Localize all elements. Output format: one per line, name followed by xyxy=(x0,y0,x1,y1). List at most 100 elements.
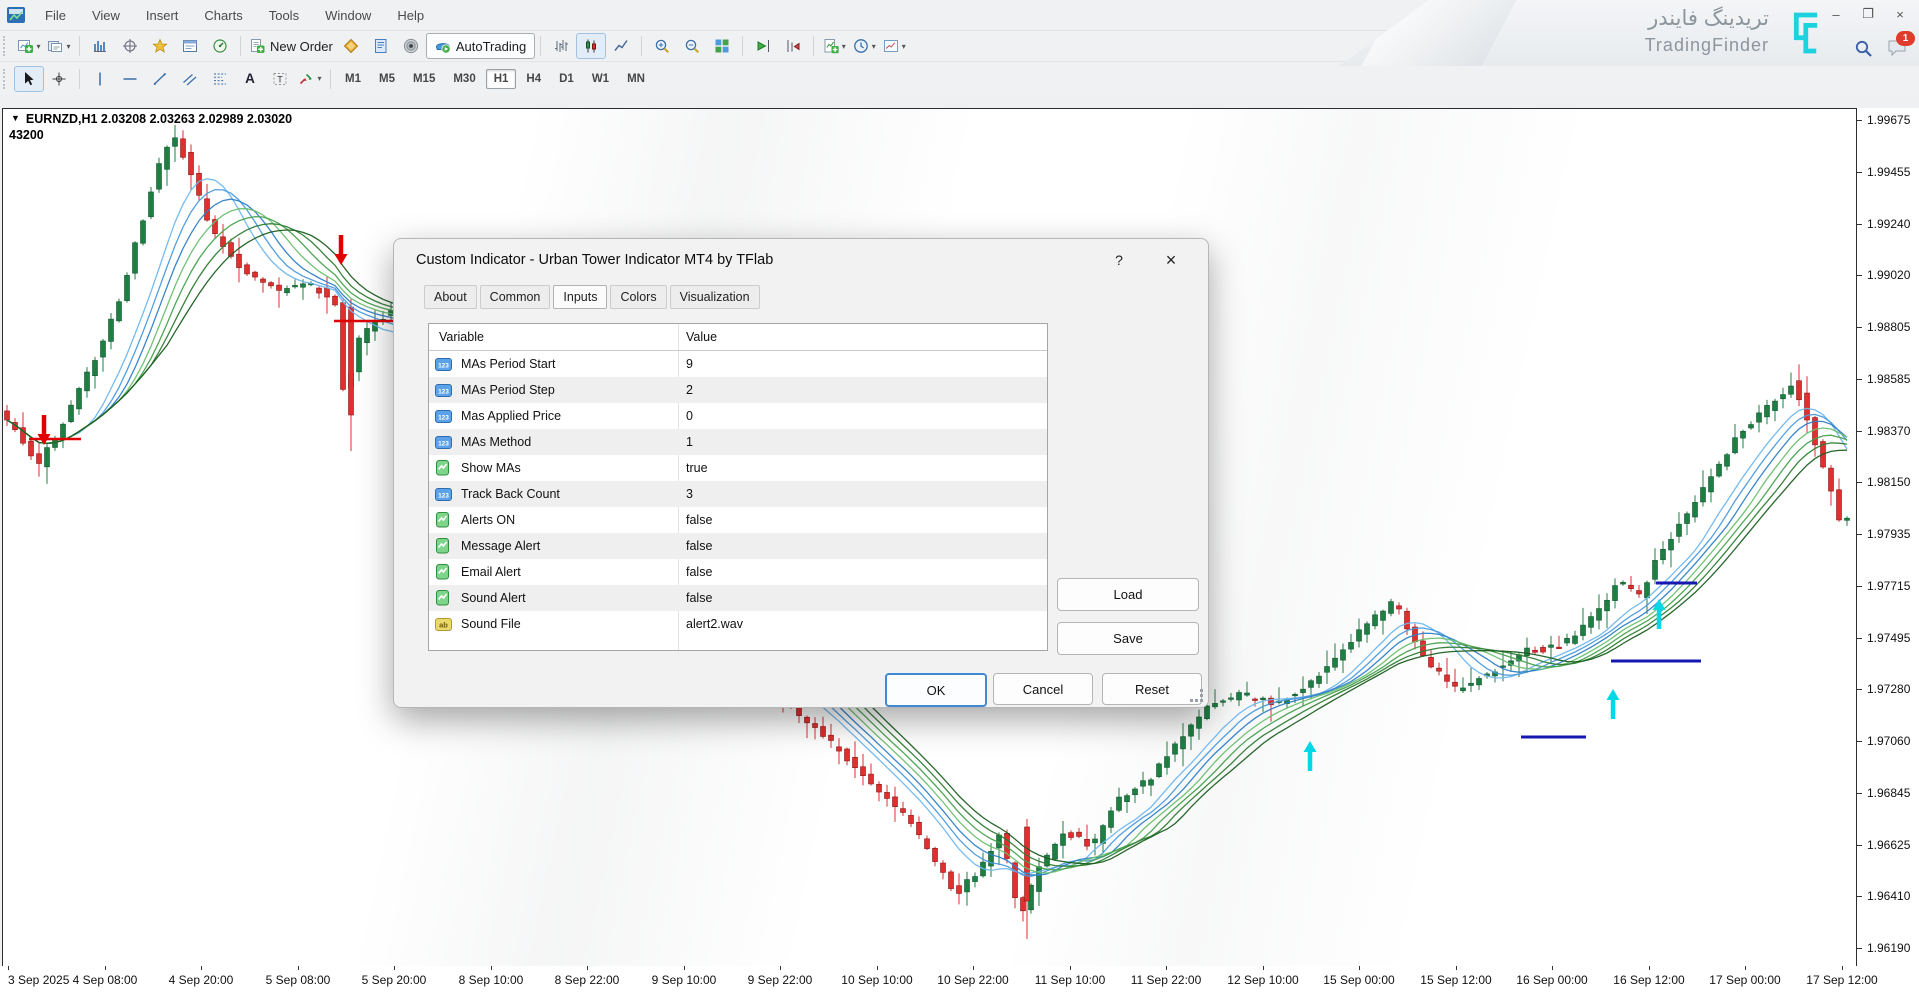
time-axis[interactable]: 3 Sep 20254 Sep 08:004 Sep 20:005 Sep 08… xyxy=(0,966,1919,996)
auto-scroll-icon[interactable] xyxy=(748,33,778,59)
zoom-out-icon[interactable] xyxy=(677,33,707,59)
strategy-tester-icon[interactable] xyxy=(205,33,235,59)
save-button[interactable]: Save xyxy=(1057,622,1199,655)
candle-chart-icon[interactable] xyxy=(576,33,606,59)
indicators-icon[interactable]: ▾ xyxy=(819,33,849,59)
zoom-in-icon[interactable] xyxy=(647,33,677,59)
timeframe-m5[interactable]: M5 xyxy=(371,69,403,89)
menu-tools[interactable]: Tools xyxy=(256,4,312,27)
param-row-mas-applied-price[interactable]: 123Mas Applied Price0 xyxy=(429,403,1047,429)
toolbar-drag-handle[interactable] xyxy=(3,69,8,89)
chart-shift-icon[interactable] xyxy=(778,33,808,59)
autotrading-button[interactable]: AutoTrading xyxy=(426,33,535,59)
param-value[interactable]: false xyxy=(686,591,712,605)
tab-common[interactable]: Common xyxy=(480,285,551,309)
menu-help[interactable]: Help xyxy=(384,4,437,27)
market-watch-icon[interactable] xyxy=(85,33,115,59)
param-row-mas-period-start[interactable]: 123MAs Period Start9 xyxy=(429,351,1047,377)
timeframe-h1[interactable]: H1 xyxy=(486,69,517,89)
param-value[interactable]: alert2.wav xyxy=(686,617,743,631)
price-axis[interactable]: 1.996751.994551.992401.990201.988051.985… xyxy=(1857,108,1919,967)
profiles-dropdown-icon[interactable]: ▾ xyxy=(66,42,70,51)
param-row-mas-method[interactable]: 123MAs Method1 xyxy=(429,429,1047,455)
data-window-icon[interactable] xyxy=(115,33,145,59)
navigator-icon[interactable] xyxy=(145,33,175,59)
menu-window[interactable]: Window xyxy=(312,4,384,27)
cancel-button[interactable]: Cancel xyxy=(993,673,1093,705)
dialog-close-icon[interactable]: × xyxy=(1154,247,1188,273)
param-value[interactable]: false xyxy=(686,539,712,553)
toolbar-drag-handle[interactable] xyxy=(3,36,8,56)
symbol-dropdown-icon[interactable]: ▼ xyxy=(11,113,20,123)
market-icon[interactable] xyxy=(396,33,426,59)
chat-icon[interactable]: 1 xyxy=(1885,36,1909,60)
timeframe-h4[interactable]: H4 xyxy=(518,69,549,89)
param-row-email-alert[interactable]: Email Alertfalse xyxy=(429,559,1047,585)
param-row-show-mas[interactable]: Show MAstrue xyxy=(429,455,1047,481)
param-row-sound-file[interactable]: abSound Filealert2.wav xyxy=(429,611,1047,637)
new-chart-dropdown-icon[interactable]: ▾ xyxy=(36,42,40,51)
periods-icon[interactable]: ▾ xyxy=(849,33,879,59)
timeframe-w1[interactable]: W1 xyxy=(584,69,617,89)
load-button[interactable]: Load xyxy=(1057,578,1199,611)
terminal-icon[interactable] xyxy=(175,33,205,59)
timeframe-mn[interactable]: MN xyxy=(619,69,653,89)
timeframe-d1[interactable]: D1 xyxy=(551,69,582,89)
dialog-resize-grip[interactable] xyxy=(1190,689,1203,702)
param-value[interactable]: 0 xyxy=(686,409,693,423)
arrows-dropdown-icon[interactable]: ▾ xyxy=(317,74,321,83)
cursor-icon[interactable] xyxy=(14,66,44,92)
restore-button[interactable]: ❐ xyxy=(1857,4,1879,24)
new-chart-icon[interactable]: ▾ xyxy=(14,33,44,59)
param-row-sound-alert[interactable]: Sound Alertfalse xyxy=(429,585,1047,611)
line-chart-icon[interactable] xyxy=(606,33,636,59)
crosshair-tool-icon[interactable] xyxy=(44,66,74,92)
arrows-icon[interactable]: ▾ xyxy=(295,66,325,92)
text-label-icon[interactable]: T xyxy=(265,66,295,92)
search-icon[interactable] xyxy=(1851,36,1875,60)
minimize-button[interactable]: – xyxy=(1825,4,1847,24)
ok-button[interactable]: OK xyxy=(885,673,987,707)
vertical-line-icon[interactable] xyxy=(85,66,115,92)
param-value[interactable]: 1 xyxy=(686,435,693,449)
timeframe-m1[interactable]: M1 xyxy=(337,69,369,89)
menu-charts[interactable]: Charts xyxy=(191,4,255,27)
param-value[interactable]: 2 xyxy=(686,383,693,397)
timeframe-m15[interactable]: M15 xyxy=(405,69,443,89)
equidistant-channel-icon[interactable] xyxy=(175,66,205,92)
param-value[interactable]: false xyxy=(686,565,712,579)
fibonacci-retracement-icon[interactable] xyxy=(205,66,235,92)
metaquotes-icon[interactable] xyxy=(336,33,366,59)
tab-about[interactable]: About xyxy=(424,285,477,309)
param-row-mas-period-step[interactable]: 123MAs Period Step2 xyxy=(429,377,1047,403)
horizontal-line-icon[interactable] xyxy=(115,66,145,92)
param-row-alerts-on[interactable]: Alerts ONfalse xyxy=(429,507,1047,533)
indicators-dropdown-icon[interactable]: ▾ xyxy=(842,42,846,51)
param-row-message-alert[interactable]: Message Alertfalse xyxy=(429,533,1047,559)
param-value[interactable]: true xyxy=(686,461,708,475)
periods-dropdown-icon[interactable]: ▾ xyxy=(872,42,876,51)
profiles-icon[interactable]: ▾ xyxy=(44,33,74,59)
param-row-track-back-count[interactable]: 123Track Back Count3 xyxy=(429,481,1047,507)
menu-insert[interactable]: Insert xyxy=(133,4,192,27)
tab-colors[interactable]: Colors xyxy=(610,285,666,309)
new-order-button[interactable]: New Order xyxy=(246,33,336,59)
timeframe-m30[interactable]: M30 xyxy=(445,69,483,89)
menu-view[interactable]: View xyxy=(79,4,133,27)
tab-inputs[interactable]: Inputs xyxy=(553,285,607,309)
dialog-help-button[interactable]: ? xyxy=(1102,247,1136,273)
bar-chart-icon[interactable] xyxy=(546,33,576,59)
menu-file[interactable]: File xyxy=(32,4,79,27)
tile-windows-icon[interactable] xyxy=(707,33,737,59)
templates-dropdown-icon[interactable]: ▾ xyxy=(902,42,906,51)
trendline-icon[interactable] xyxy=(145,66,175,92)
metaeditor-icon[interactable] xyxy=(366,33,396,59)
templates-icon[interactable]: ▾ xyxy=(879,33,909,59)
param-value[interactable]: false xyxy=(686,513,712,527)
tab-visualization[interactable]: Visualization xyxy=(670,285,760,309)
text-icon[interactable]: A xyxy=(235,66,265,92)
reset-button[interactable]: Reset xyxy=(1102,673,1202,705)
param-value[interactable]: 9 xyxy=(686,357,693,371)
param-value[interactable]: 3 xyxy=(686,487,693,501)
close-button[interactable]: × xyxy=(1889,4,1911,24)
